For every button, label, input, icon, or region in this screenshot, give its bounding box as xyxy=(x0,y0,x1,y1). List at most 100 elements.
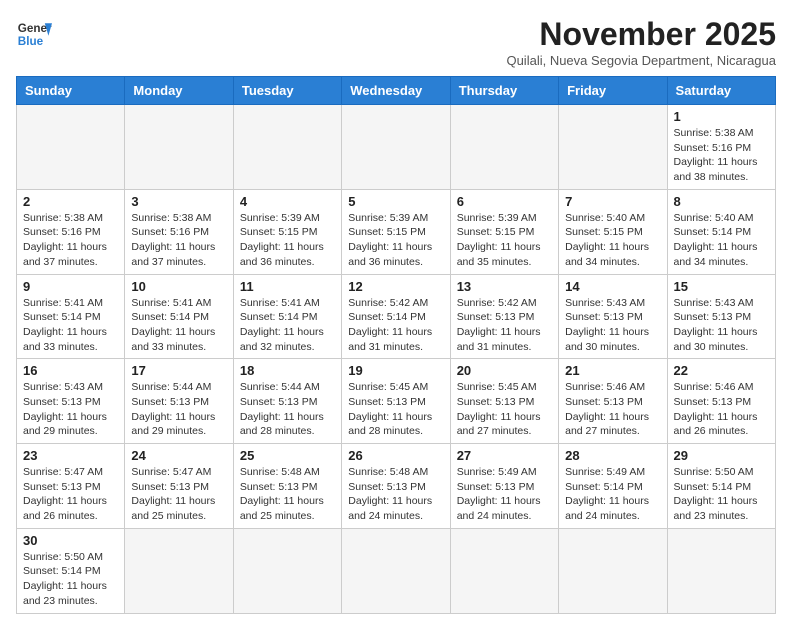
day-info: Sunrise: 5:43 AM Sunset: 5:13 PM Dayligh… xyxy=(674,296,769,355)
day-number: 16 xyxy=(23,363,118,378)
day-info: Sunrise: 5:50 AM Sunset: 5:14 PM Dayligh… xyxy=(674,465,769,524)
day-info: Sunrise: 5:42 AM Sunset: 5:14 PM Dayligh… xyxy=(348,296,443,355)
calendar-day-cell xyxy=(125,528,233,613)
day-number: 30 xyxy=(23,533,118,548)
day-info: Sunrise: 5:43 AM Sunset: 5:13 PM Dayligh… xyxy=(23,380,118,439)
calendar-day-cell xyxy=(559,105,667,190)
day-info: Sunrise: 5:39 AM Sunset: 5:15 PM Dayligh… xyxy=(457,211,552,270)
day-info: Sunrise: 5:49 AM Sunset: 5:13 PM Dayligh… xyxy=(457,465,552,524)
day-info: Sunrise: 5:44 AM Sunset: 5:13 PM Dayligh… xyxy=(240,380,335,439)
calendar-day-cell: 14 Sunrise: 5:43 AM Sunset: 5:13 PM Dayli… xyxy=(559,274,667,359)
day-number: 1 xyxy=(674,109,769,124)
col-header-friday: Friday xyxy=(559,77,667,105)
day-info: Sunrise: 5:38 AM Sunset: 5:16 PM Dayligh… xyxy=(23,211,118,270)
day-number: 11 xyxy=(240,279,335,294)
calendar-day-cell: 29 Sunrise: 5:50 AM Sunset: 5:14 PM Dayli… xyxy=(667,444,775,529)
calendar-day-cell xyxy=(342,528,450,613)
calendar-day-cell: 18 Sunrise: 5:44 AM Sunset: 5:13 PM Dayli… xyxy=(233,359,341,444)
day-number: 27 xyxy=(457,448,552,463)
day-number: 2 xyxy=(23,194,118,209)
calendar-day-cell: 2 Sunrise: 5:38 AM Sunset: 5:16 PM Daylig… xyxy=(17,189,125,274)
day-number: 28 xyxy=(565,448,660,463)
col-header-wednesday: Wednesday xyxy=(342,77,450,105)
calendar-day-cell: 21 Sunrise: 5:46 AM Sunset: 5:13 PM Dayli… xyxy=(559,359,667,444)
calendar-week-row: 30 Sunrise: 5:50 AM Sunset: 5:14 PM Dayli… xyxy=(17,528,776,613)
logo-icon: General Blue xyxy=(16,16,52,52)
calendar-day-cell: 10Sunrise: 5:41 AM Sunset: 5:14 PM Dayli… xyxy=(125,274,233,359)
logo: General Blue xyxy=(16,16,52,52)
day-info: Sunrise: 5:41 AM Sunset: 5:14 PM Dayligh… xyxy=(131,296,226,355)
calendar-week-row: 9 Sunrise: 5:41 AM Sunset: 5:14 PM Daylig… xyxy=(17,274,776,359)
day-info: Sunrise: 5:43 AM Sunset: 5:13 PM Dayligh… xyxy=(565,296,660,355)
day-info: Sunrise: 5:44 AM Sunset: 5:13 PM Dayligh… xyxy=(131,380,226,439)
day-number: 4 xyxy=(240,194,335,209)
calendar-day-cell: 20Sunrise: 5:45 AM Sunset: 5:13 PM Dayli… xyxy=(450,359,558,444)
day-number: 6 xyxy=(457,194,552,209)
day-info: Sunrise: 5:47 AM Sunset: 5:13 PM Dayligh… xyxy=(23,465,118,524)
calendar-day-cell: 5 Sunrise: 5:39 AM Sunset: 5:15 PM Daylig… xyxy=(342,189,450,274)
calendar-day-cell: 16 Sunrise: 5:43 AM Sunset: 5:13 PM Dayli… xyxy=(17,359,125,444)
day-info: Sunrise: 5:40 AM Sunset: 5:14 PM Dayligh… xyxy=(674,211,769,270)
calendar-day-cell: 25 Sunrise: 5:48 AM Sunset: 5:13 PM Dayli… xyxy=(233,444,341,529)
day-info: Sunrise: 5:48 AM Sunset: 5:13 PM Dayligh… xyxy=(348,465,443,524)
day-info: Sunrise: 5:39 AM Sunset: 5:15 PM Dayligh… xyxy=(240,211,335,270)
calendar-day-cell: 26Sunrise: 5:48 AM Sunset: 5:13 PM Dayli… xyxy=(342,444,450,529)
calendar-day-cell: 23 Sunrise: 5:47 AM Sunset: 5:13 PM Dayli… xyxy=(17,444,125,529)
calendar-day-cell xyxy=(450,105,558,190)
calendar-day-cell: 3 Sunrise: 5:38 AM Sunset: 5:16 PM Daylig… xyxy=(125,189,233,274)
calendar-week-row: 16 Sunrise: 5:43 AM Sunset: 5:13 PM Dayli… xyxy=(17,359,776,444)
day-number: 18 xyxy=(240,363,335,378)
col-header-tuesday: Tuesday xyxy=(233,77,341,105)
day-number: 15 xyxy=(674,279,769,294)
calendar-day-cell: 6 Sunrise: 5:39 AM Sunset: 5:15 PM Daylig… xyxy=(450,189,558,274)
day-info: Sunrise: 5:47 AM Sunset: 5:13 PM Dayligh… xyxy=(131,465,226,524)
day-info: Sunrise: 5:45 AM Sunset: 5:13 PM Dayligh… xyxy=(348,380,443,439)
calendar-day-cell: 22Sunrise: 5:46 AM Sunset: 5:13 PM Dayli… xyxy=(667,359,775,444)
col-header-monday: Monday xyxy=(125,77,233,105)
day-info: Sunrise: 5:40 AM Sunset: 5:15 PM Dayligh… xyxy=(565,211,660,270)
calendar-week-row: 23 Sunrise: 5:47 AM Sunset: 5:13 PM Dayli… xyxy=(17,444,776,529)
day-info: Sunrise: 5:41 AM Sunset: 5:14 PM Dayligh… xyxy=(23,296,118,355)
day-number: 21 xyxy=(565,363,660,378)
day-number: 29 xyxy=(674,448,769,463)
day-info: Sunrise: 5:50 AM Sunset: 5:14 PM Dayligh… xyxy=(23,550,118,609)
day-info: Sunrise: 5:46 AM Sunset: 5:13 PM Dayligh… xyxy=(674,380,769,439)
day-number: 23 xyxy=(23,448,118,463)
page-header: General Blue November 2025 Quilali, Nuev… xyxy=(16,16,776,68)
day-number: 5 xyxy=(348,194,443,209)
col-header-thursday: Thursday xyxy=(450,77,558,105)
day-number: 20 xyxy=(457,363,552,378)
day-info: Sunrise: 5:38 AM Sunset: 5:16 PM Dayligh… xyxy=(131,211,226,270)
day-number: 14 xyxy=(565,279,660,294)
calendar-day-cell: 4 Sunrise: 5:39 AM Sunset: 5:15 PM Daylig… xyxy=(233,189,341,274)
calendar-day-cell: 12 Sunrise: 5:42 AM Sunset: 5:14 PM Dayli… xyxy=(342,274,450,359)
day-number: 3 xyxy=(131,194,226,209)
day-info: Sunrise: 5:46 AM Sunset: 5:13 PM Dayligh… xyxy=(565,380,660,439)
day-number: 25 xyxy=(240,448,335,463)
col-header-saturday: Saturday xyxy=(667,77,775,105)
calendar-day-cell xyxy=(233,528,341,613)
calendar-week-row: 1 Sunrise: 5:38 AM Sunset: 5:16 PM Daylig… xyxy=(17,105,776,190)
day-info: Sunrise: 5:42 AM Sunset: 5:13 PM Dayligh… xyxy=(457,296,552,355)
day-info: Sunrise: 5:39 AM Sunset: 5:15 PM Dayligh… xyxy=(348,211,443,270)
calendar-day-cell: 15 Sunrise: 5:43 AM Sunset: 5:13 PM Dayli… xyxy=(667,274,775,359)
calendar-day-cell: 13 Sunrise: 5:42 AM Sunset: 5:13 PM Dayli… xyxy=(450,274,558,359)
calendar-day-cell: 7 Sunrise: 5:40 AM Sunset: 5:15 PM Daylig… xyxy=(559,189,667,274)
calendar-day-cell: 28Sunrise: 5:49 AM Sunset: 5:14 PM Dayli… xyxy=(559,444,667,529)
calendar-day-cell xyxy=(125,105,233,190)
day-number: 19 xyxy=(348,363,443,378)
calendar-day-cell: 19 Sunrise: 5:45 AM Sunset: 5:13 PM Dayli… xyxy=(342,359,450,444)
calendar-day-cell xyxy=(17,105,125,190)
day-number: 12 xyxy=(348,279,443,294)
calendar-day-cell: 30 Sunrise: 5:50 AM Sunset: 5:14 PM Dayli… xyxy=(17,528,125,613)
day-number: 17 xyxy=(131,363,226,378)
day-info: Sunrise: 5:38 AM Sunset: 5:16 PM Dayligh… xyxy=(674,126,769,185)
day-number: 13 xyxy=(457,279,552,294)
day-number: 7 xyxy=(565,194,660,209)
calendar-day-cell xyxy=(667,528,775,613)
day-number: 9 xyxy=(23,279,118,294)
calendar-day-cell xyxy=(233,105,341,190)
title-section: November 2025 Quilali, Nueva Segovia Dep… xyxy=(506,16,776,68)
calendar-header-row: SundayMondayTuesdayWednesdayThursdayFrid… xyxy=(17,77,776,105)
day-info: Sunrise: 5:48 AM Sunset: 5:13 PM Dayligh… xyxy=(240,465,335,524)
